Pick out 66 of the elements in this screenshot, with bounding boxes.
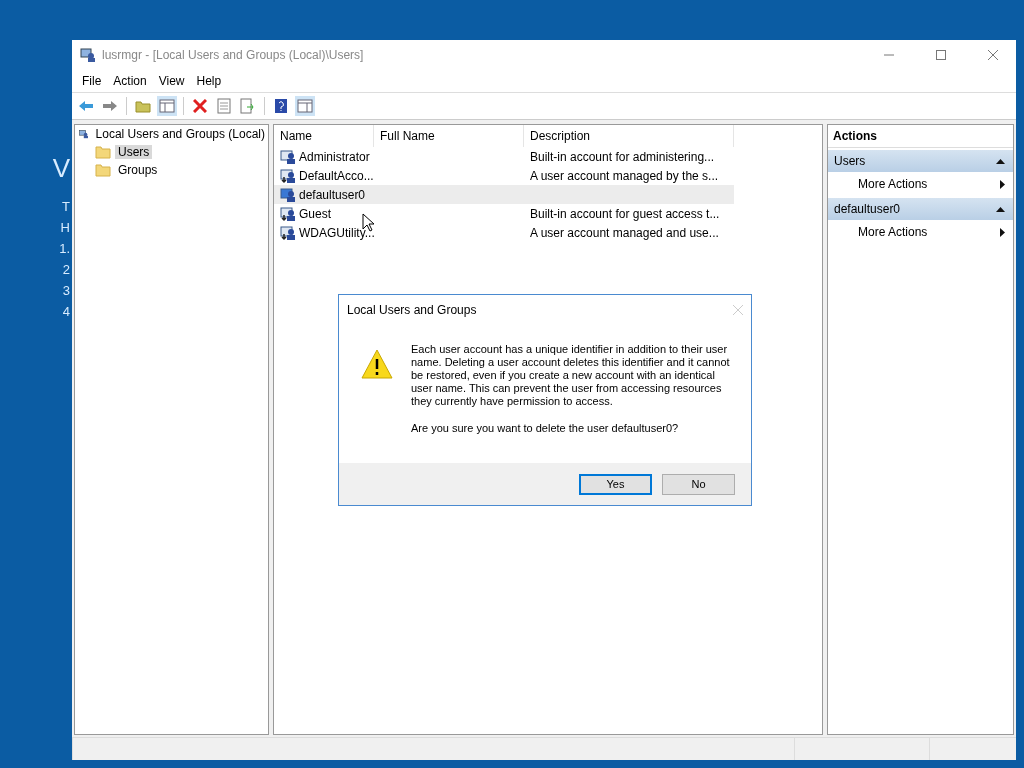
pane-icon [159,99,175,113]
action-section-header[interactable]: defaultuser0 [828,198,1013,220]
collapse-icon [996,206,1005,212]
menu-item[interactable]: File [76,74,108,88]
delete-button[interactable] [190,96,210,116]
action-label: More Actions [858,177,928,191]
close-icon [988,50,998,60]
close-icon[interactable] [733,305,743,315]
folder-icon [95,163,111,177]
action-label: More Actions [858,225,928,239]
forward-arrow-icon [102,100,118,112]
folder-icon [135,99,151,113]
table-cell-text: Built-in account for guest access t... [529,206,721,221]
desktop-text: H [60,219,70,237]
menu-item[interactable]: Help [190,74,228,88]
menu-item[interactable]: Action [107,74,153,88]
dialog-button[interactable]: Yes [579,473,652,495]
tree-item[interactable]: Groups [115,163,161,177]
table-cell-text: A user account managed and use... [529,225,720,240]
tree-item[interactable]: Local Users and Groups (Local) [92,127,268,141]
desktop-text: 1. [59,240,70,258]
action-section-header[interactable]: Users [828,150,1013,172]
dialog-message: Each user account has a unique identifier in addition to their user name. Deleting a user account deletes this identifier and it cannot be restored, even if you create a new account with an identical user name. This can prevent the user from accessing resources they currently have permission to access. [411,343,731,408]
column-header[interactable]: Full Name [374,125,524,147]
maximize-icon [936,50,946,60]
user-name: defaultuser0 [299,187,366,202]
dialog-button[interactable]: No [662,473,735,495]
tree-item[interactable]: Users [115,145,153,159]
help-icon [274,98,288,114]
computer-icon [80,47,96,63]
delete-icon [193,99,207,113]
back-arrow-icon [78,100,94,112]
desktop-text: V [52,152,70,185]
folder-icon [95,145,111,159]
user-name: DefaultAcco... [299,168,374,183]
user-name: Administrator [299,149,370,164]
show-tree-button[interactable] [157,96,177,116]
collapse-icon [996,158,1005,164]
dialog-question: Are you sure you want to delete the user defaultuser0? [411,422,680,435]
desktop-text: T [62,198,70,216]
section-title: defaultuser0 [834,202,901,216]
section-title: Users [834,154,866,168]
warning-icon [361,349,393,379]
show-action-pane-button[interactable] [295,96,315,116]
submenu-arrow-icon [1000,179,1005,189]
column-header[interactable]: Description [524,125,734,147]
table-row[interactable]: Administrator Built-in account for administering... [274,147,734,166]
table-cell-text: Built-in account for administering... [529,149,716,164]
document-icon [217,98,231,114]
action-item[interactable]: More Actions [828,220,1013,244]
pane-icon [297,99,313,113]
dialog-title: Local Users and Groups [347,303,477,317]
submenu-arrow-icon [1000,227,1005,237]
actions-title: Actions [828,125,1013,148]
column-header[interactable]: Name [274,125,374,147]
table-row[interactable]: defaultuser0 [274,185,734,204]
user-name: WDAGUtility... [299,225,375,240]
export-icon [240,98,256,114]
desktop-text: 3 [62,282,70,300]
table-cell-text: A user account managed by the s... [529,168,720,183]
action-item[interactable]: More Actions [828,172,1013,196]
desktop-text: 2 [62,261,70,279]
desktop-text: 4 [62,303,70,321]
window-title: lusrmgr - [Local Users and Groups (Local)\Users] [102,48,365,62]
menu-item[interactable]: View [152,74,191,88]
user-name: Guest [299,206,331,221]
